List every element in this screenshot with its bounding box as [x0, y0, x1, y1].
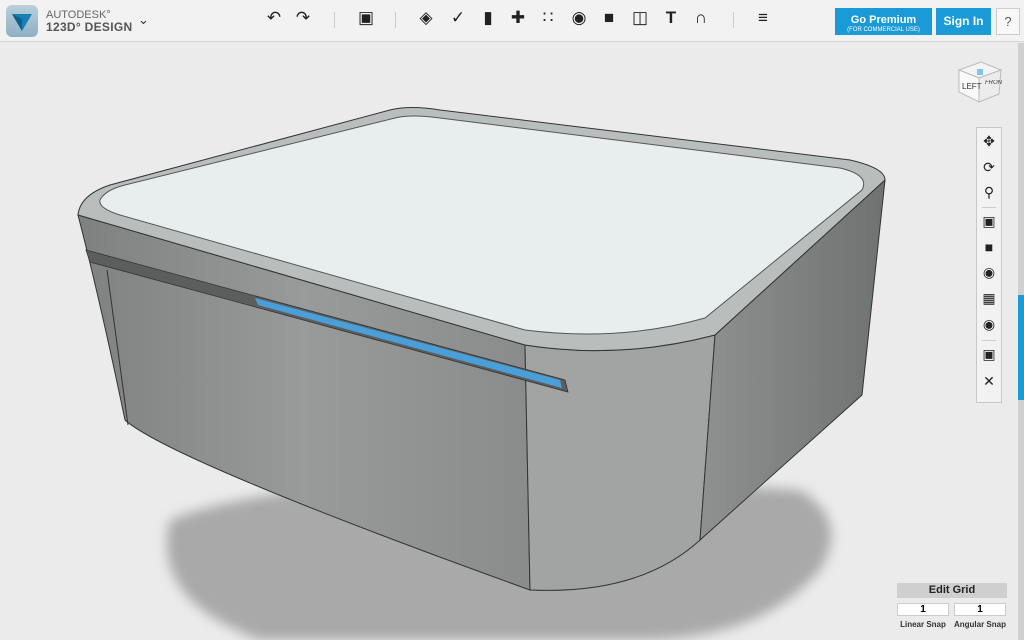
go-premium-button[interactable]: Go Premium (FOR COMMERCIAL USE) — [835, 8, 932, 35]
angular-snap-input[interactable]: 1 — [954, 603, 1006, 616]
orbit-icon[interactable]: ⟳ — [977, 159, 1001, 176]
app-menu-chevron-icon[interactable]: ⌄ — [138, 12, 149, 28]
snap-magnet-icon[interactable]: ∩ — [689, 8, 713, 28]
linear-snap-label: Linear Snap — [900, 620, 946, 629]
camera-icon[interactable]: ◉ — [977, 316, 1001, 333]
angular-snap-label: Angular Snap — [953, 620, 1006, 629]
sketch-icon[interactable]: ◈ — [414, 8, 438, 28]
edit-grid-button[interactable]: Edit Grid — [897, 583, 1007, 598]
navigation-bar: ✥ ⟳ ⚲ ▣ ■ ◉ ▦ ◉ ▣ ✕ — [976, 127, 1002, 403]
app-logo[interactable] — [6, 5, 38, 37]
material-icon[interactable]: ▣ — [977, 346, 1001, 363]
zoom-icon[interactable]: ⚲ — [977, 184, 1001, 201]
view-cube[interactable]: LEFT FRONT — [955, 58, 1003, 104]
viewcube-left: LEFT — [962, 82, 982, 91]
fit-view-icon[interactable]: ▣ — [977, 213, 1001, 230]
visibility-eye-icon[interactable]: ◉ — [977, 264, 1001, 281]
sign-in-button[interactable]: Sign In — [936, 8, 991, 35]
viewcube-front: FRONT — [985, 80, 1003, 86]
help-button[interactable]: ? — [996, 8, 1020, 35]
3d-viewport[interactable] — [0, 43, 1018, 640]
materials-layers-icon[interactable]: ≡ — [751, 8, 775, 28]
text-tool-button[interactable]: T — [659, 8, 683, 28]
measure-icon[interactable]: ◫ — [628, 8, 652, 28]
primitives-icon[interactable]: ▣ — [354, 8, 378, 28]
pattern-icon[interactable]: ✚ — [506, 8, 530, 28]
premium-sub: (FOR COMMERCIAL USE) — [847, 26, 920, 33]
divider — [733, 12, 734, 28]
divider — [395, 12, 396, 28]
linear-snap-input[interactable]: 1 — [897, 603, 949, 616]
modify-icon[interactable]: ▮ — [476, 8, 500, 28]
pan-icon[interactable]: ✥ — [977, 133, 1001, 150]
redo-button[interactable]: ↷ — [291, 8, 315, 28]
divider — [982, 340, 996, 341]
outline-toggle-icon[interactable]: ✕ — [977, 373, 1001, 390]
solid-icon[interactable]: ■ — [597, 8, 621, 28]
top-toolbar: AUTODESK° 123D° DESIGN ⌄ ↶ ↷ ▣ ◈ ✓ ▮ ✚ ∷… — [0, 0, 1024, 42]
undo-button[interactable]: ↶ — [262, 8, 286, 28]
edit-grid-panel: Edit Grid 1 1 Linear Snap Angular Snap — [897, 583, 1007, 629]
brand-name: 123D° DESIGN — [46, 20, 133, 34]
construct-icon[interactable]: ✓ — [446, 8, 470, 28]
grid-toggle-icon[interactable]: ▦ — [977, 290, 1001, 307]
divider — [982, 207, 996, 208]
grouping-icon[interactable]: ∷ — [536, 8, 560, 28]
premium-label: Go Premium — [850, 13, 917, 26]
divider — [334, 12, 335, 28]
combine-icon[interactable]: ◉ — [567, 8, 591, 28]
view-mode-icon[interactable]: ■ — [977, 239, 1001, 255]
side-panel-toggle[interactable] — [1018, 295, 1024, 400]
